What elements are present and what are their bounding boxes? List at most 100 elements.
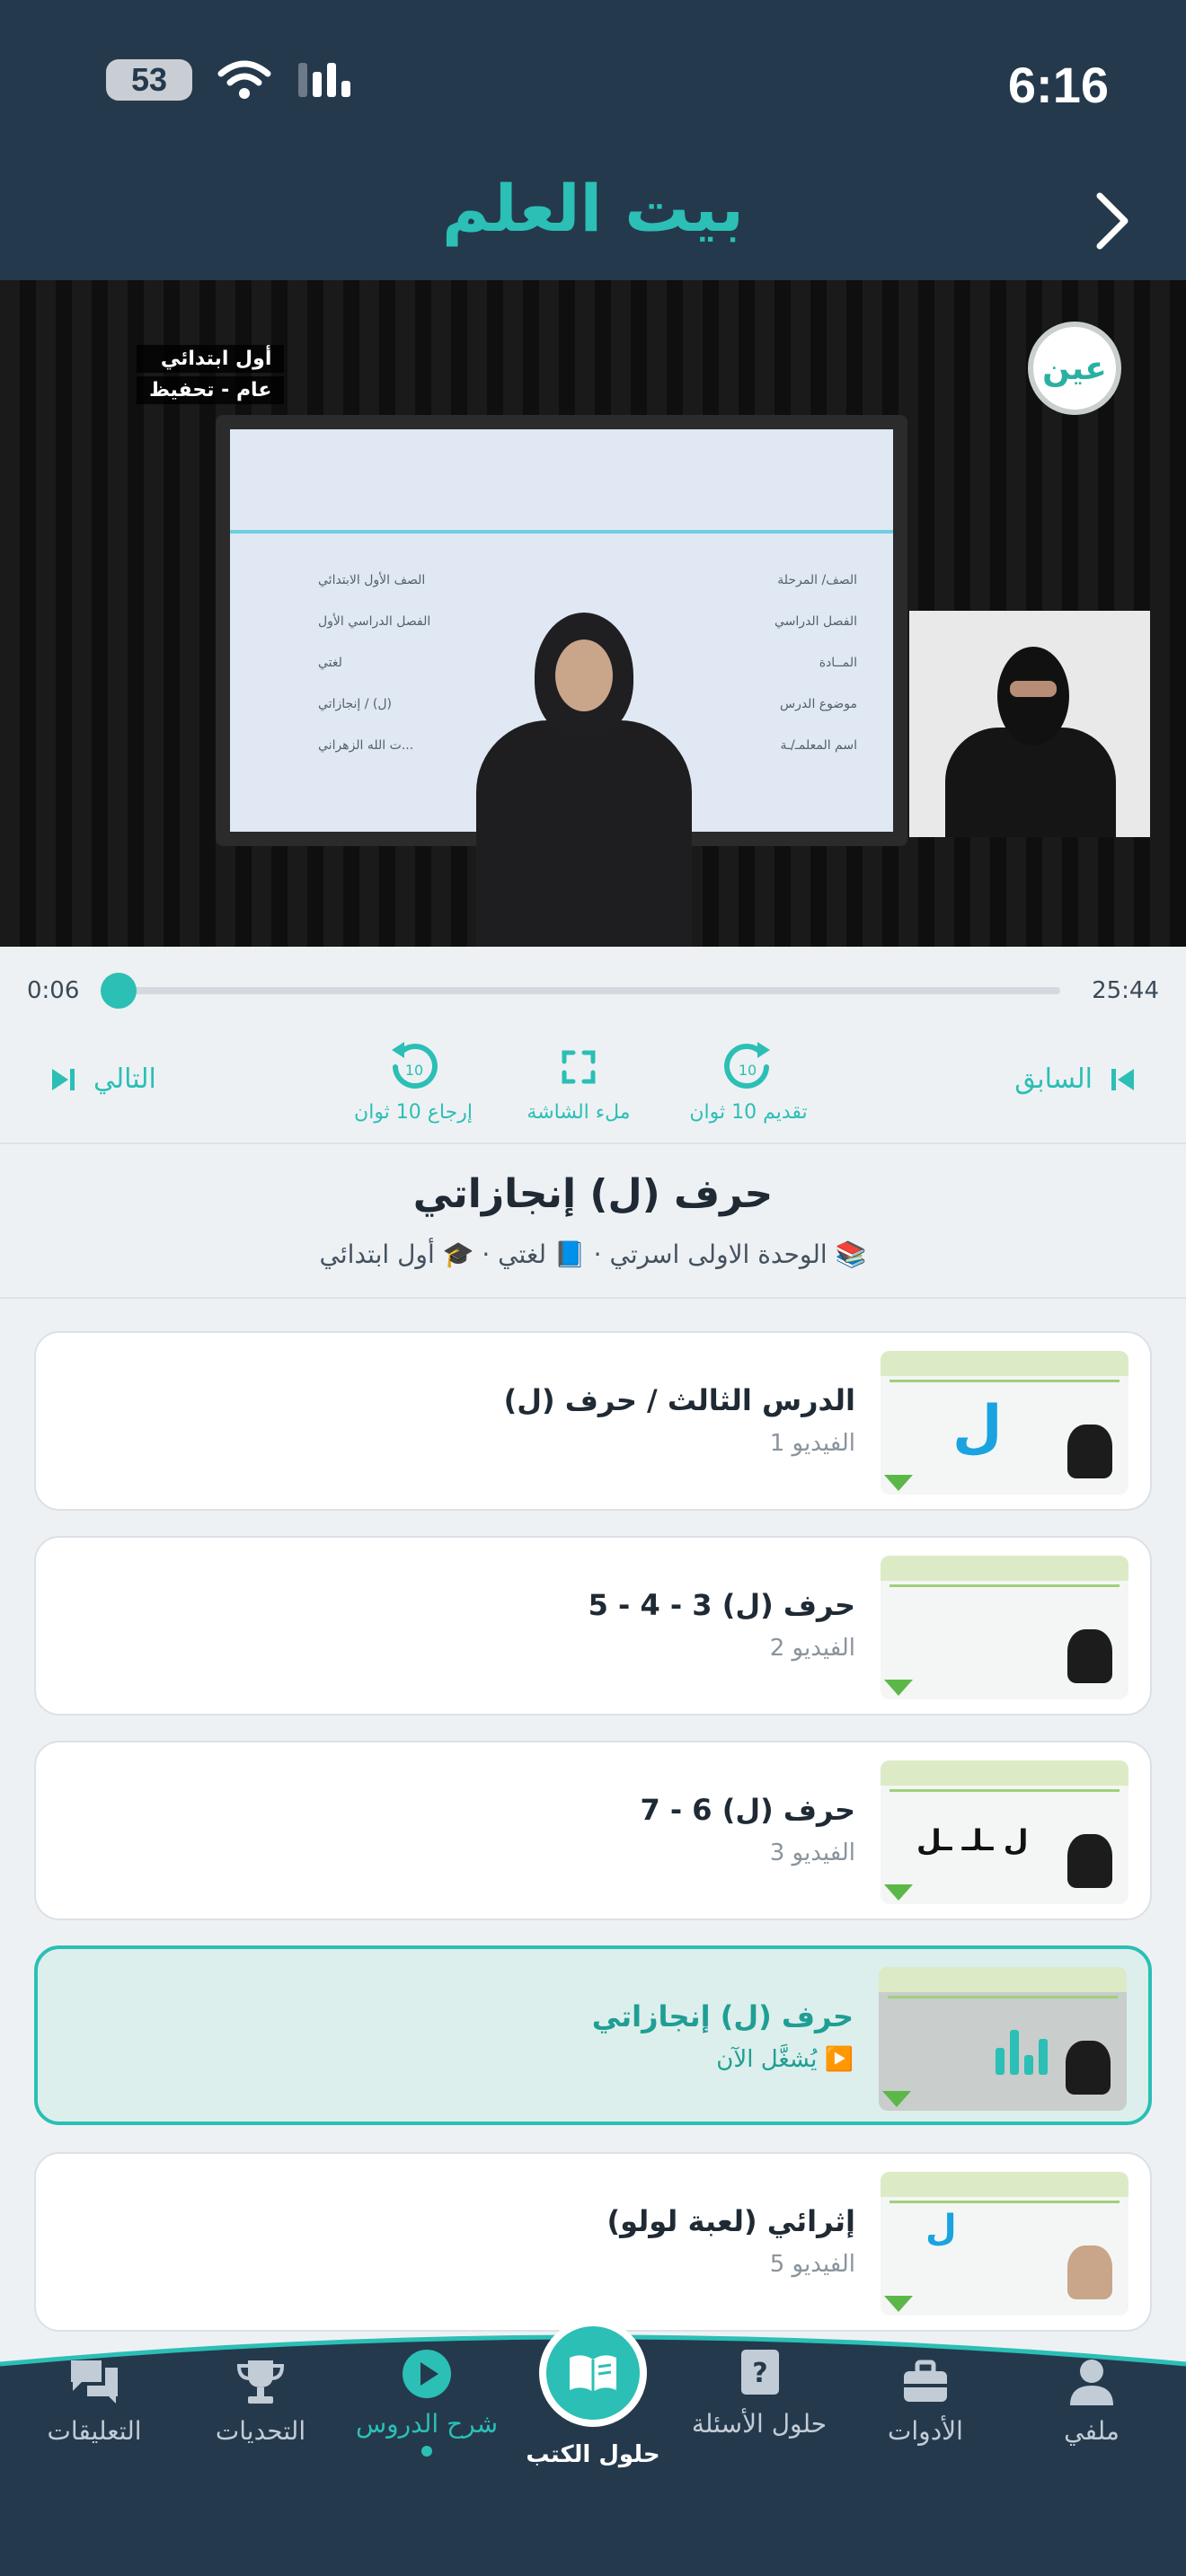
forward-label: تقديم 10 ثوان — [689, 1101, 808, 1124]
video-thumbnail: ل — [881, 2172, 1128, 2316]
chat-icon — [71, 2360, 118, 2404]
video-subtitle: الفيديو 3 — [769, 1839, 855, 1866]
thumbnail-line — [890, 1789, 1120, 1792]
presenter-face — [555, 640, 613, 711]
video-subtitle: الفيديو 5 — [769, 2251, 855, 2278]
board-label: الصف/ المرحلة — [777, 573, 857, 587]
nav-book-solutions[interactable] — [539, 2319, 647, 2427]
thumbnail-badge — [884, 1680, 913, 1696]
cellular-signal-icon — [298, 63, 350, 97]
fullscreen-button[interactable]: ملء الشاشة — [525, 1040, 633, 1124]
nav-challenges[interactable]: التحديات — [207, 2357, 314, 2446]
elapsed-time: 0:06 — [27, 977, 80, 1004]
chevron-right-icon[interactable] — [1094, 190, 1130, 251]
thumbnail-header — [881, 2172, 1128, 2197]
battery-level: 53 — [130, 61, 168, 98]
video-player[interactable]: الصف/ المرحلة الصف الأول الابتدائي الفصل … — [0, 280, 1186, 947]
thumbnail-badge — [884, 1475, 913, 1491]
thumbnail-badge — [884, 2296, 913, 2312]
forward-10-button[interactable]: 10 تقديم 10 ثوان — [689, 1040, 808, 1124]
previous-button[interactable]: السابق — [1014, 1063, 1137, 1095]
thumbnail-line — [890, 1380, 1120, 1382]
video-list-item-active[interactable]: حرف (ل) إنجازاتي ▶️ يُشغَّل الآن — [34, 1945, 1152, 2125]
channel-logo-text: عين — [1042, 349, 1107, 387]
board-label: موضوع الدرس — [779, 697, 857, 711]
board-value: ...ت الله الزهراني — [318, 738, 414, 753]
board-value: لغتي — [318, 656, 342, 670]
grade-tag-line: عام - تحفيظ — [137, 376, 285, 404]
video-title: حرف (ل) إنجازاتي — [591, 1999, 854, 2033]
now-playing-equalizer-icon — [996, 2030, 1048, 2075]
board-row: الصف/ المرحلة الصف الأول الابتدائي — [318, 573, 857, 614]
player-controls: 0:06 25:44 التالي 10 إرجاع 10 ثوان ملء ا… — [0, 947, 1186, 1144]
thumbnail-line — [888, 1996, 1118, 1998]
next-button[interactable]: التالي — [49, 1063, 156, 1095]
rewind-label: إرجاع 10 ثوان — [354, 1101, 473, 1124]
next-label: التالي — [93, 1063, 156, 1095]
thumbnail-header — [881, 1556, 1128, 1581]
thumbnail-signer — [1067, 1425, 1112, 1478]
presenter-body — [476, 720, 692, 947]
status-icons: 53 — [106, 59, 356, 101]
rewind-10-icon: 10 — [392, 1042, 438, 1089]
channel-logo: عين — [1028, 322, 1121, 415]
forward-seconds: 10 — [739, 1062, 757, 1079]
skip-next-icon — [52, 1068, 75, 1090]
fullscreen-label: ملء الشاشة — [527, 1101, 631, 1124]
thumbnail-header — [881, 1760, 1128, 1786]
previous-label: السابق — [1014, 1063, 1093, 1095]
video-title: حرف (ل) 6 - 7 — [640, 1793, 855, 1827]
nav-label: شرح الدروس — [355, 2409, 499, 2439]
thumbnail-letter: ل ـلـ ـل — [916, 1823, 1029, 1857]
lesson-meta: 📚 الوحدة الاولى اسرتي · 📘 لغتي · 🎓 أول ا… — [319, 1239, 867, 1269]
sign-language-interpreter — [909, 611, 1150, 837]
board-value: الصف الأول الابتدائي — [318, 573, 426, 587]
nav-profile[interactable]: ملفي — [1042, 2357, 1141, 2446]
presenter-figure — [467, 613, 701, 947]
board-divider — [230, 530, 893, 534]
video-list-item[interactable]: ل إثرائي (لعبة لولو) الفيديو 5 — [34, 2152, 1152, 2332]
bottom-navigation: ملفي الأدوات ? حلول الأسئلة حلول الكتب ش… — [0, 2319, 1186, 2576]
nav-label: حلول الكتب — [526, 2441, 660, 2468]
skip-previous-icon — [1111, 1068, 1134, 1090]
nav-lesson-explanations[interactable]: شرح الدروس — [356, 2348, 498, 2457]
video-subtitle: الفيديو 1 — [769, 1430, 855, 1457]
video-thumbnail: ل — [881, 1351, 1128, 1495]
wifi-icon — [217, 60, 271, 99]
thumbnail-badge — [882, 2091, 911, 2107]
video-title: الدرس الثالث / حرف (ل) — [503, 1383, 855, 1417]
video-list-item[interactable]: حرف (ل) 3 - 4 - 5 الفيديو 2 — [34, 1536, 1152, 1716]
grade-tag-line: أول ابتدائي — [137, 345, 285, 373]
thumbnail-presenter — [1067, 2245, 1112, 2299]
board-label: اسم المعلمـ/ـة — [780, 738, 857, 753]
video-subtitle: الفيديو 2 — [769, 1635, 855, 1662]
signer-eyes — [1010, 681, 1057, 697]
video-thumbnail — [881, 1556, 1128, 1699]
question-book-icon: ? — [741, 2350, 779, 2395]
rewind-10-button[interactable]: 10 إرجاع 10 ثوان — [354, 1040, 473, 1124]
nav-tools[interactable]: الأدوات — [872, 2357, 979, 2446]
trophy-icon — [236, 2360, 285, 2404]
video-title: حرف (ل) 3 - 4 - 5 — [588, 1588, 855, 1622]
person-icon — [1070, 2360, 1113, 2405]
video-list-item[interactable]: ل الدرس الثالث / حرف (ل) الفيديو 1 — [34, 1331, 1152, 1511]
board-value: الفصل الدراسي الأول — [318, 614, 431, 629]
video-list-item[interactable]: ل ـلـ ـل حرف (ل) 6 - 7 الفيديو 3 — [34, 1741, 1152, 1920]
video-thumbnail: ل ـلـ ـل — [881, 1760, 1128, 1904]
nav-label: التعليقات — [47, 2416, 142, 2446]
thumbnail-line — [890, 2201, 1120, 2203]
board-label: المــادة — [819, 656, 857, 670]
now-playing-label: ▶️ يُشغَّل الآن — [716, 2046, 854, 2073]
nav-comments[interactable]: التعليقات — [36, 2357, 153, 2446]
thumbnail-badge — [884, 1884, 913, 1901]
nav-label: حلول الأسئلة — [691, 2409, 828, 2439]
lesson-title: حرف (ل) إنجازاتي — [412, 1171, 774, 1217]
progress-thumb[interactable] — [101, 973, 137, 1009]
progress-slider[interactable] — [101, 973, 1060, 1009]
video-title: إثرائي (لعبة لولو) — [606, 2204, 855, 2238]
open-book-icon — [570, 2355, 616, 2392]
nav-question-solutions[interactable]: ? حلول الأسئلة — [683, 2346, 836, 2439]
play-circle-icon — [403, 2350, 451, 2398]
svg-text:?: ? — [752, 2358, 767, 2389]
page-title: بيت العلم — [442, 171, 744, 246]
